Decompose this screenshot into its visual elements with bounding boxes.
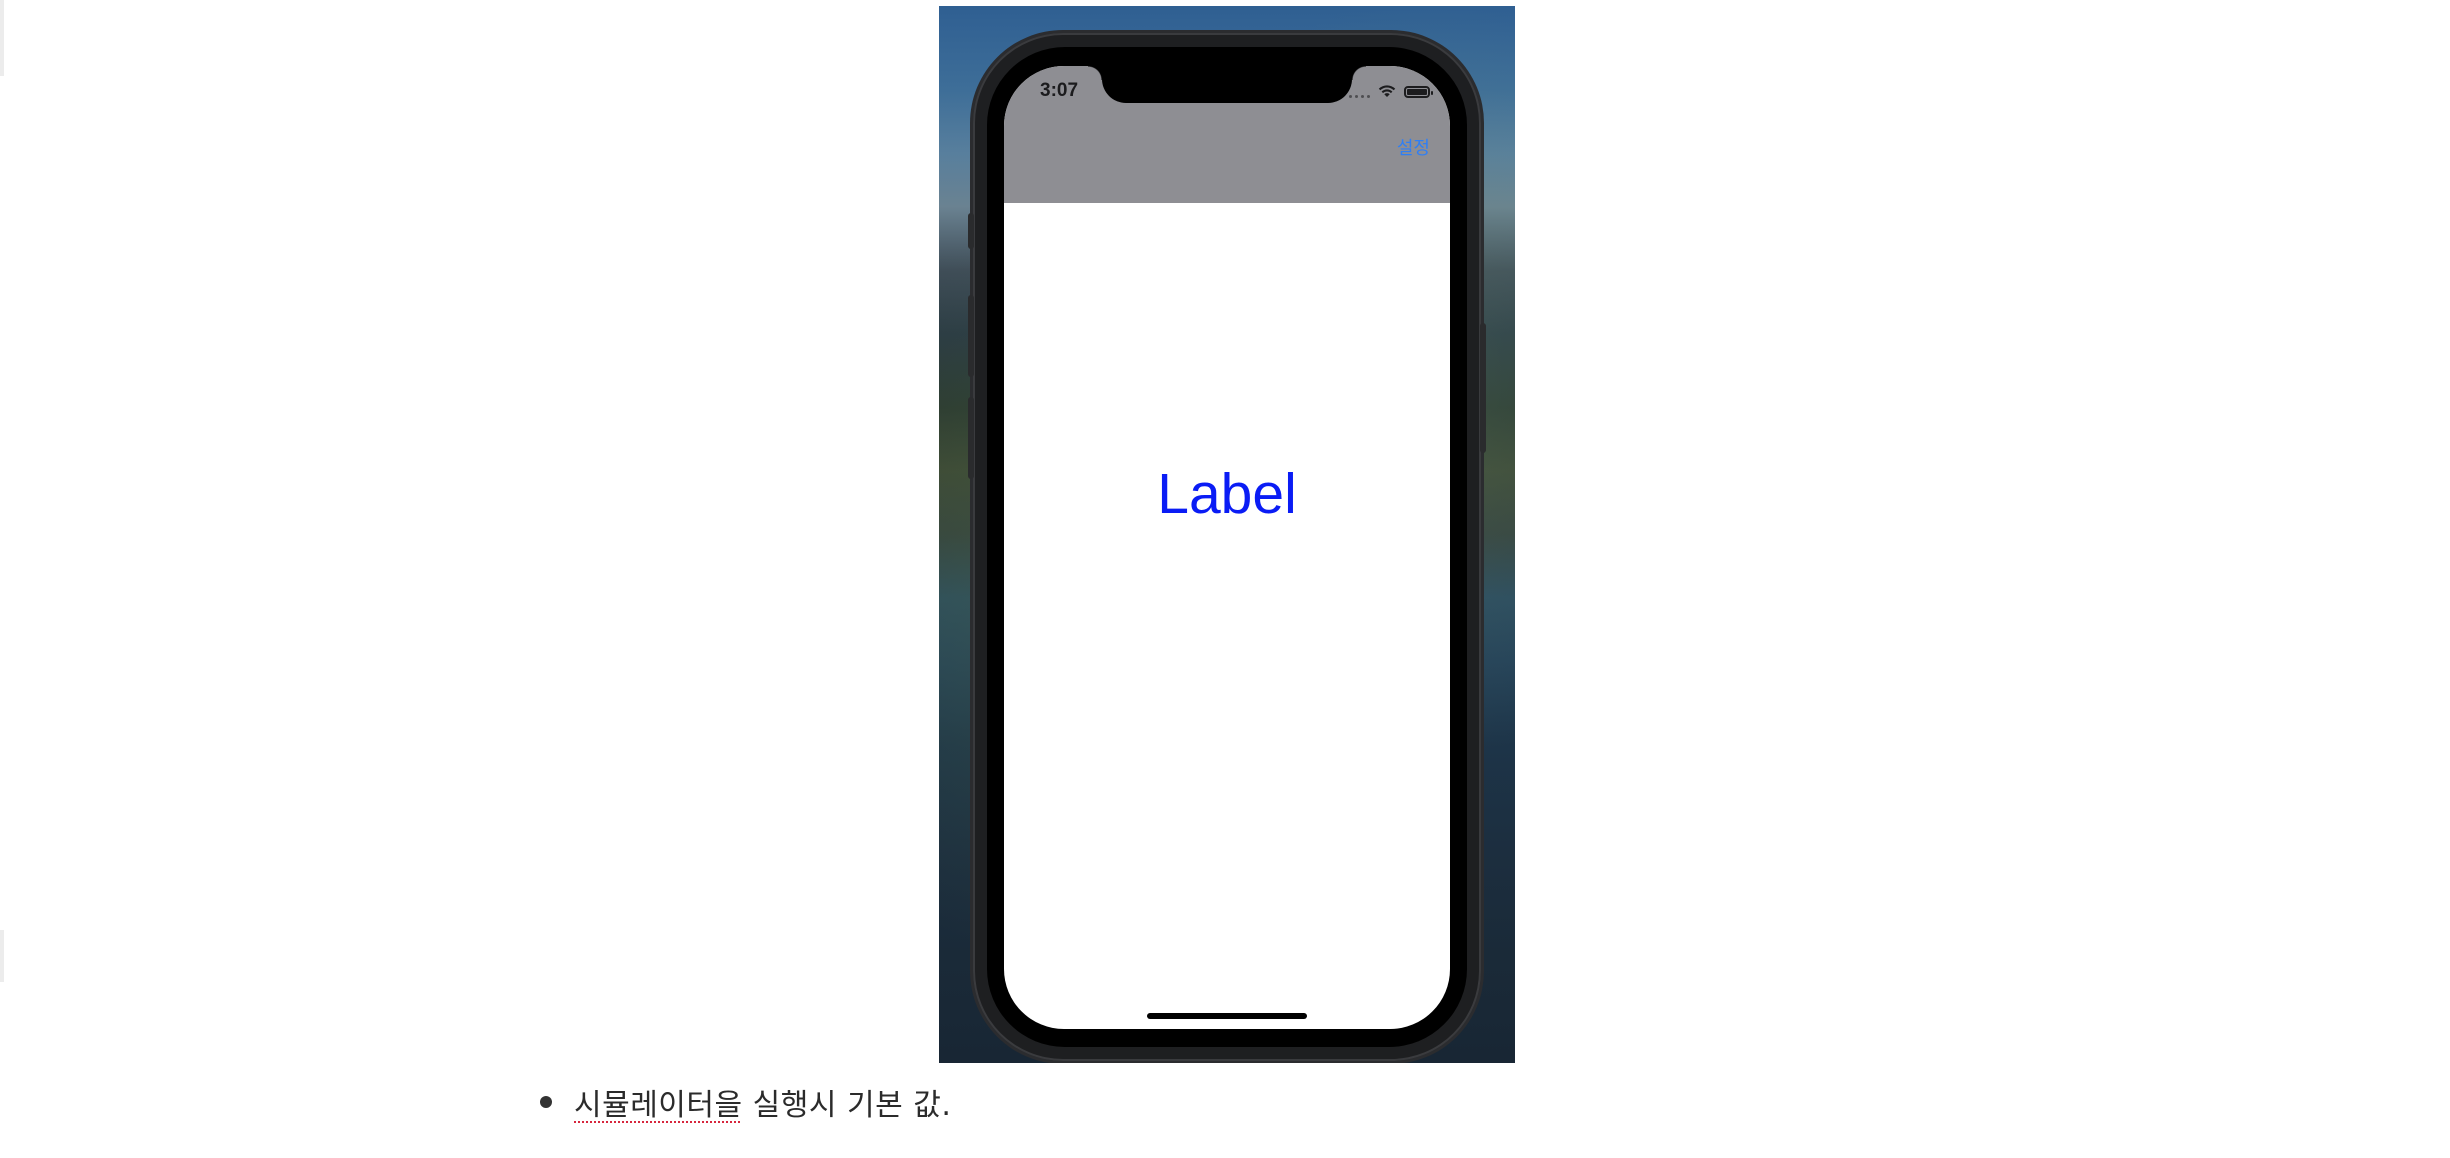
document-page: 3:07 설정 Label 시뮬레이터을 실행시 기본 값. — [0, 0, 2450, 1158]
status-bar-icons — [1349, 83, 1433, 102]
wifi-icon — [1378, 83, 1396, 102]
misspelled-word[interactable]: 시뮬레이터을 — [574, 1088, 743, 1123]
caption-list-item: 시뮬레이터을 실행시 기본 값. — [540, 1080, 951, 1124]
battery-level — [1407, 89, 1427, 95]
caption-rest: 실행시 기본 값. — [742, 1088, 952, 1123]
simulator-screenshot: 3:07 설정 Label — [939, 6, 1515, 1063]
power-button — [1480, 323, 1486, 453]
left-edge-marker — [0, 930, 4, 982]
home-indicator[interactable] — [1147, 1013, 1307, 1019]
notch — [1088, 66, 1366, 103]
settings-button[interactable]: 설정 — [1397, 134, 1430, 160]
bullet-icon — [540, 1096, 552, 1108]
status-bar-time: 3:07 — [1040, 80, 1079, 101]
caption-text: 시뮬레이터을 실행시 기본 값. — [574, 1080, 951, 1124]
battery-icon — [1404, 86, 1433, 98]
phone-screen: 3:07 설정 Label — [1004, 66, 1450, 1029]
iphone-frame: 3:07 설정 Label — [968, 33, 1486, 1061]
volume-down-button — [968, 397, 974, 479]
signal-dots-icon — [1349, 86, 1370, 98]
mute-switch — [968, 213, 974, 249]
left-edge-marker — [0, 0, 4, 76]
volume-up-button — [968, 295, 974, 377]
navigation-bar: 3:07 설정 — [1004, 66, 1450, 203]
center-label: Label — [1157, 462, 1297, 526]
